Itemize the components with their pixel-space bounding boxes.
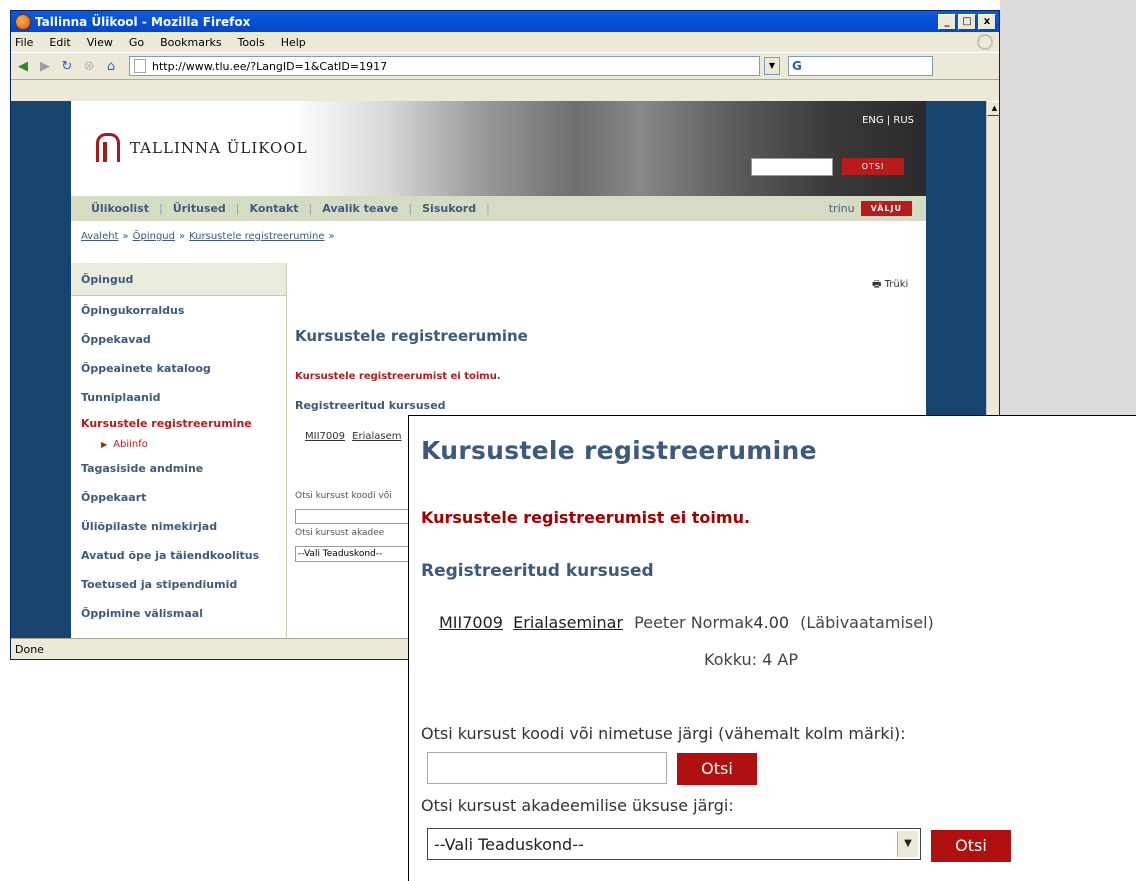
search-by-code-label: Otsi kursust koodi või [295,491,392,501]
menu-file[interactable]: File [15,36,33,49]
inset-page-title: Kursustele registreerumine [421,436,817,465]
sidebar-item-toetused[interactable]: Toetused ja stipendiumid [71,570,286,599]
menu-bar: File Edit View Go Bookmarks Tools Help [11,32,999,52]
triangle-right-icon: ▶ [101,439,108,449]
breadcrumb-registration[interactable]: Kursustele registreerumine [189,231,324,242]
maximize-button[interactable]: □ [958,13,976,30]
registration-notice: Kursustele registreerumist ei toimu. [295,371,501,382]
url-text: http://www.tlu.ee/?LangID=1&CatID=1917 [152,59,388,73]
menu-tools[interactable]: Tools [238,36,265,49]
navigation-toolbar: ◀ ▶ ↻ ⊗ ⌂ http://www.tlu.ee/?LangID=1&Ca… [11,52,999,80]
inset-faculty-select[interactable]: --Vali Teaduskond-- ▼ [427,828,921,860]
inset-search-by-code-label: Otsi kursust koodi või nimetuse järgi (v… [421,724,906,743]
page-icon [134,59,146,73]
menu-edit[interactable]: Edit [49,36,70,49]
address-bar[interactable]: http://www.tlu.ee/?LangID=1&CatID=1917 [129,56,760,76]
breadcrumb-opingud[interactable]: Õpingud [133,231,175,242]
faculty-select[interactable]: --Vali Teaduskond-- [295,546,419,562]
breadcrumb-home[interactable]: Avaleht [81,231,119,242]
left-sidebar: Õpingud Õpingukorraldus Õppekavad Õppeai… [71,263,287,638]
title-bar: Tallinna Ülikool - Mozilla Firefox _ □ x [11,11,999,32]
menu-go[interactable]: Go [129,36,144,49]
inset-course-row: MII7009 Erialaseminar Peeter Normak4.00 … [439,613,934,632]
course-name-link[interactable]: Erialasem [352,431,401,442]
user-name: trinu [828,202,855,215]
faculty-select-value: --Vali Teaduskond-- [434,834,584,854]
window-title: Tallinna Ülikool - Mozilla Firefox [35,14,251,29]
header-photo [291,101,926,196]
sidebar-item-oppekavad[interactable]: Õppekavad [71,325,286,354]
inset-course-name-link[interactable]: Erialaseminar [513,613,623,632]
course-teacher: Peeter Normak [634,613,754,632]
nav-ulikoolist[interactable]: Ülikoolist [91,202,149,215]
nav-uritused[interactable]: Üritused [173,202,226,215]
sidebar-item-tunniplaanid[interactable]: Tunniplaanid [71,383,286,412]
nav-kontakt[interactable]: Kontakt [250,202,299,215]
google-icon: G [792,59,802,73]
chevron-down-icon[interactable]: ▼ [897,831,918,857]
logout-button[interactable]: VÄLJU [860,201,912,216]
close-button[interactable]: x [978,13,996,30]
back-arrow-icon[interactable]: ◀ [15,58,31,74]
site-logo[interactable]: TALLINNA ÜLIKOOL [96,133,308,162]
search-engine-box[interactable]: G [788,56,933,76]
status-text: Done [15,643,44,656]
search-by-unit-button[interactable]: Otsi [931,830,1011,862]
window-controls: _ □ x [938,13,999,30]
course-status: (Läbivaatamisel) [800,613,934,632]
sidebar-item-nimekirjad[interactable]: Üliõpilaste nimekirjad [71,512,286,541]
inset-search-code-input[interactable] [427,752,667,784]
nav-sisukord[interactable]: Sisukord [422,202,476,215]
sidebar-item-avatud-ope[interactable]: Avatud õpe ja täiendkoolitus [71,541,286,570]
search-button[interactable]: Otsi [677,753,757,785]
minimize-button[interactable]: _ [938,13,956,30]
firefox-icon [15,13,31,30]
sidebar-item-abiinfo[interactable]: ▶ Abiinfo [71,434,286,454]
university-logo-icon [96,133,120,162]
credits-total: Kokku: 4 AP [704,650,798,669]
site-header: TALLINNA ÜLIKOOL ENG | RUS OTSI [71,101,926,196]
print-link[interactable]: 🖶 Trüki [872,277,908,294]
course-credits: 4.00 [753,613,790,632]
sidebar-menu: Õpingukorraldus Õppekavad Õppeainete kat… [71,296,286,628]
inset-registration-notice: Kursustele registreerumist ei toimu. [421,508,751,527]
sidebar-header[interactable]: Õpingud [71,263,286,296]
sidebar-item-opingukorraldus[interactable]: Õpingukorraldus [71,296,286,325]
stop-icon[interactable]: ⊗ [81,58,97,74]
sidebar-item-oppekaart[interactable]: Õppekaart [71,483,286,512]
breadcrumb: Avaleht » Õpingud » Kursustele registree… [81,230,335,242]
zoomed-inset: Kursustele registreerumine Kursustele re… [408,415,1136,881]
logo-text: TALLINNA ÜLIKOOL [130,138,308,157]
forward-arrow-icon[interactable]: ▶ [37,58,53,74]
menu-help[interactable]: Help [281,36,306,49]
address-dropdown-button[interactable]: ▼ [764,57,780,75]
inset-search-by-unit-label: Otsi kursust akadeemilise üksuse järgi: [421,796,734,815]
menu-view[interactable]: View [87,36,113,49]
sidebar-item-tagasiside[interactable]: Tagasiside andmine [71,454,286,483]
language-switch[interactable]: ENG | RUS [862,115,914,126]
header-search-input[interactable] [751,158,833,176]
sidebar-item-kataloog[interactable]: Õppeainete kataloog [71,354,286,383]
scroll-up-icon[interactable]: ▲ [987,101,999,116]
sidebar-item-valismaal[interactable]: Õppimine välismaal [71,599,286,628]
sidebar-item-registreerumine[interactable]: Kursustele registreerumine [71,412,286,434]
inset-course-code-link[interactable]: MII7009 [439,613,503,632]
nav-avalik-teave[interactable]: Avalik teave [322,202,398,215]
search-code-input[interactable] [295,509,417,524]
throbber-icon [977,34,993,50]
desktop-background-bottom [10,660,408,881]
search-by-unit-label: Otsi kursust akadee [295,528,385,538]
printer-icon: 🖶 [872,279,882,290]
page-title: Kursustele registreerumine [295,327,528,345]
registered-courses-heading: Registreeritud kursused [295,399,446,412]
home-icon[interactable]: ⌂ [103,58,119,74]
top-navigation: Ülikoolist | Üritused | Kontakt | Avalik te… [71,196,926,221]
course-row: MII7009 Erialasem [305,431,406,442]
reload-icon[interactable]: ↻ [59,58,75,74]
menu-bookmarks[interactable]: Bookmarks [160,36,221,49]
course-code-link[interactable]: MII7009 [305,431,345,442]
inset-registered-courses-heading: Registreeritud kursused [421,561,654,581]
header-search-button[interactable]: OTSI [842,158,904,175]
